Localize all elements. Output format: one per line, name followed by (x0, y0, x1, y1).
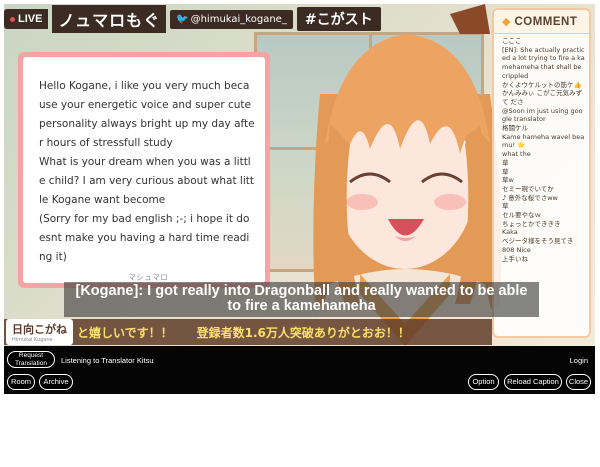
room-button[interactable]: Room (7, 374, 35, 390)
translator-control-bar: Request Translation Listening to Transla… (4, 346, 595, 394)
comment-item: 808 Nice (502, 245, 531, 254)
letter-body: Hello Kogane, i like you very much becau… (23, 57, 265, 283)
diamond-icon: ◆ (502, 15, 511, 28)
channel-title: ノュマロもぐ (52, 5, 167, 33)
login-link[interactable]: Login (570, 356, 588, 365)
name-logo-subtext: Himukai Kogane (12, 337, 53, 343)
comment-title: COMMENT (514, 15, 578, 28)
name-logo-text: 日向こがね (12, 323, 67, 336)
comment-item: 草 (502, 167, 509, 176)
twitter-bird-icon: 🐦 (176, 13, 189, 25)
marshmallow-letter-card: Hello Kogane, i like you very much becau… (18, 52, 270, 288)
twitter-handle-tag: 🐦 @himukai_kogane_ (170, 9, 293, 29)
stream-hashtag: #こがスト (296, 7, 381, 31)
bottom-ticker: 日向こがね Himukai Kogane と嬉しいです！！ 登録者数1.6万人突… (4, 319, 492, 345)
option-button[interactable]: Option (468, 374, 499, 390)
comment-item: かんみみぃ こがこ元気みずて ださ (502, 89, 583, 106)
comment-item: ちょっとかでききき (502, 219, 561, 228)
comment-item: @Soon im just using google translator (502, 106, 583, 124)
stream-header: LIVE ノュマロもぐ 🐦 @himukai_kogane_ #こがスト (4, 5, 381, 33)
letter-paragraph: What is your dream when you was a little… (39, 156, 254, 206)
comment-item: what the (502, 150, 531, 159)
listening-status: Listening to Translator Kitsu (61, 356, 154, 365)
comment-header: ◆ COMMENT (494, 10, 589, 34)
letter-paragraph: Hello Kogane, i like you very much becau… (39, 80, 255, 149)
comment-item: かくよウケルットの筋ケ👍 (502, 80, 582, 89)
close-button[interactable]: Close (566, 374, 591, 390)
name-logo: 日向こがね Himukai Kogane (6, 319, 73, 345)
live-badge: LIVE (4, 9, 49, 29)
comment-item: [EN]: She actually practiced a lot tryin… (502, 45, 585, 80)
comment-item: 草 (502, 202, 509, 211)
comment-list: こここ [EN]: She actually practiced a lot tr… (494, 34, 589, 263)
stream-video: LIVE ノュマロもぐ 🐦 @himukai_kogane_ #こがスト Hell… (4, 4, 595, 346)
comment-item: Kaka (502, 228, 518, 237)
comment-item: ♪ 意外な桜でさww (502, 193, 558, 202)
comment-item: こここ (502, 37, 522, 45)
twitter-handle: @himukai_kogane_ (190, 13, 287, 25)
comment-item: 草 (502, 158, 509, 167)
reload-caption-button[interactable]: Reload Caption (504, 374, 562, 390)
comment-item: 上手いね (502, 254, 528, 263)
comment-item: セル要やなｗ (502, 211, 541, 220)
translation-subtitle: [Kogane]: I got really into Dragonball a… (64, 282, 539, 317)
ticker-text: と嬉しいです！！ 登録者数1.6万人突破ありがとおお！！ (77, 325, 410, 340)
comment-item: セミー現でいてか (502, 184, 554, 193)
archive-button[interactable]: Archive (39, 374, 73, 390)
comment-item: 格闘ケル (502, 124, 528, 133)
letter-paragraph: (Sorry for my bad english ;-; i hope it … (39, 213, 250, 263)
request-translation-button[interactable]: Request Translation (7, 351, 55, 368)
comment-item: ベジータ様をそう見てき (502, 237, 574, 246)
comment-item: 草w (502, 176, 514, 185)
letter-text: Hello Kogane, i like you very much becau… (39, 77, 255, 267)
comment-item: Kame hameha wavel beamu! 🌟 (502, 132, 585, 150)
